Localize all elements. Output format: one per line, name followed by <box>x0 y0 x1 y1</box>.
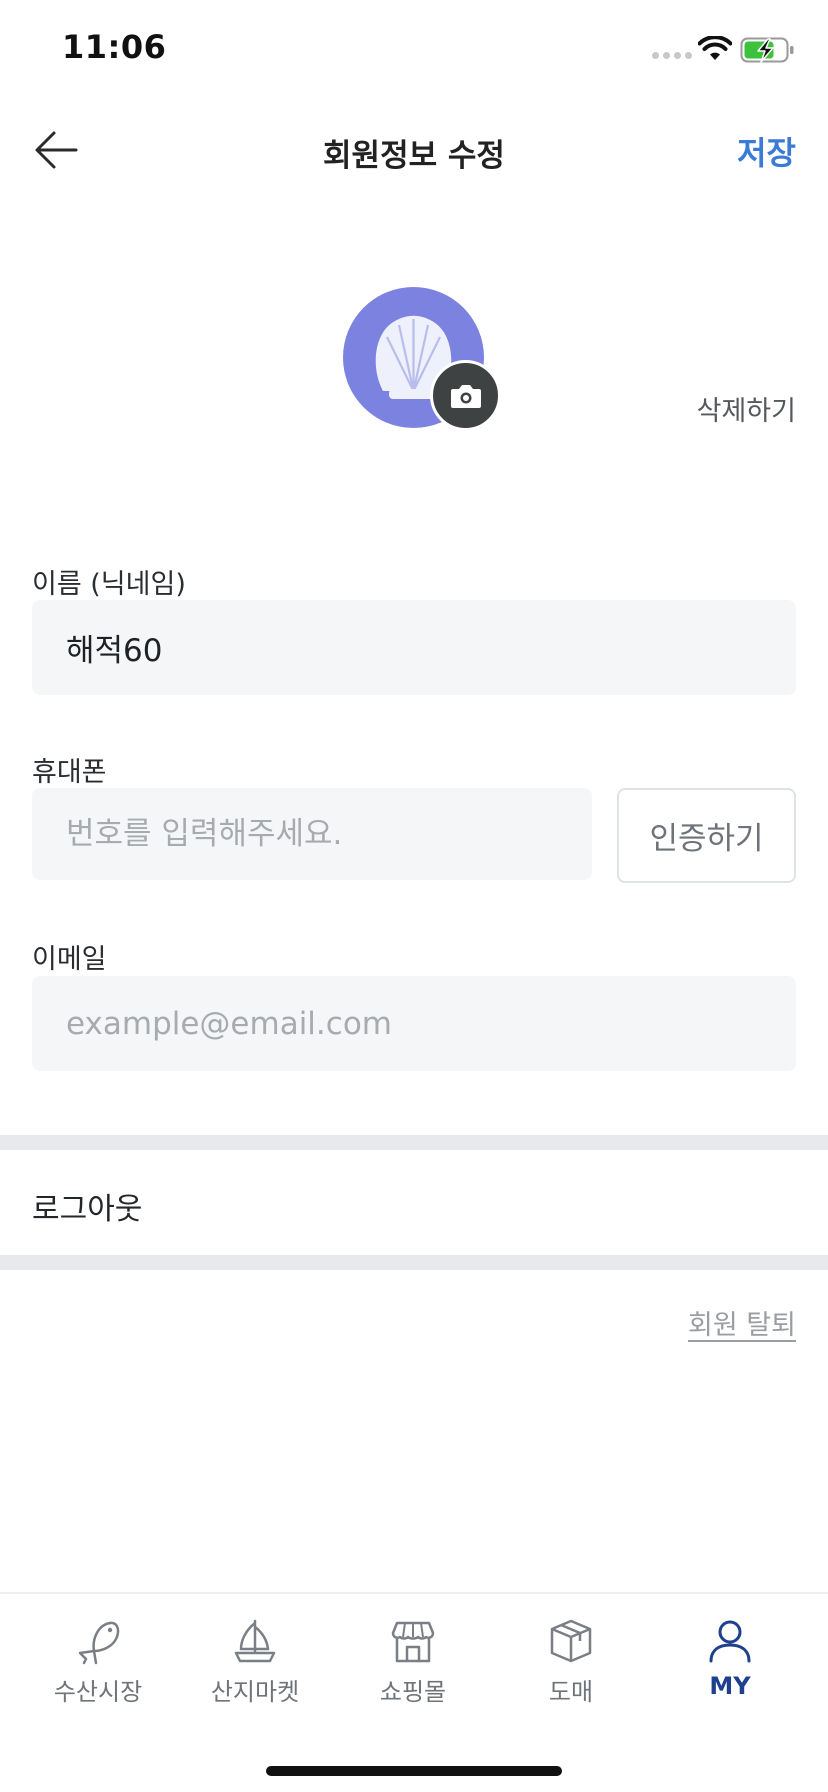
phone-input[interactable] <box>32 788 592 880</box>
wifi-icon <box>698 36 732 60</box>
section-divider <box>0 1255 828 1270</box>
tab-origin-market[interactable]: 산지마켓 <box>180 1594 330 1714</box>
status-time: 11:06 <box>62 28 167 66</box>
tab-fish-market[interactable]: 수산시장 <box>23 1594 173 1714</box>
section-divider <box>0 1135 828 1150</box>
name-label: 이름 (닉네임) <box>32 569 186 600</box>
verify-button[interactable]: 인증하기 <box>617 788 796 883</box>
tab-my[interactable]: MY <box>655 1594 805 1714</box>
email-input[interactable] <box>32 976 796 1071</box>
phone-label: 휴대폰 <box>32 757 107 788</box>
tab-bar: 수산시장 산지마켓 쇼핑몰 도매 MY <box>0 1592 828 1792</box>
tab-label: MY <box>709 1672 751 1700</box>
status-bar: 11:06 <box>0 0 828 100</box>
camera-icon <box>450 384 481 408</box>
signal-dots-icon <box>652 52 692 59</box>
fish-icon <box>78 1621 120 1665</box>
name-input[interactable] <box>32 600 796 695</box>
sailboat-icon <box>234 1619 276 1663</box>
delete-photo-button[interactable]: 삭제하기 <box>697 389 796 428</box>
tab-label: 수산시장 <box>53 1678 143 1706</box>
header: 회원정보 수정 저장 <box>0 100 828 204</box>
user-icon <box>709 1620 751 1663</box>
tab-label: 도매 <box>548 1678 594 1706</box>
box-icon <box>550 1619 592 1663</box>
tab-shopping-mall[interactable]: 쇼핑몰 <box>338 1594 488 1714</box>
email-label: 이메일 <box>32 944 107 975</box>
tab-label: 쇼핑몰 <box>379 1678 447 1706</box>
save-button[interactable]: 저장 <box>737 128 796 174</box>
tab-wholesale[interactable]: 도매 <box>496 1594 646 1714</box>
battery-charging-icon <box>740 37 794 63</box>
home-indicator[interactable] <box>266 1766 562 1776</box>
logout-button[interactable]: 로그아웃 <box>0 1150 828 1255</box>
profile-photo <box>343 287 503 432</box>
page-title: 회원정보 수정 <box>323 138 505 174</box>
storefront-icon <box>391 1621 435 1663</box>
tab-label: 산지마켓 <box>210 1678 300 1706</box>
withdraw-link[interactable]: 회원 탈퇴 <box>688 1303 796 1342</box>
logout-label: 로그아웃 <box>32 1192 143 1227</box>
change-photo-button[interactable] <box>430 360 501 431</box>
